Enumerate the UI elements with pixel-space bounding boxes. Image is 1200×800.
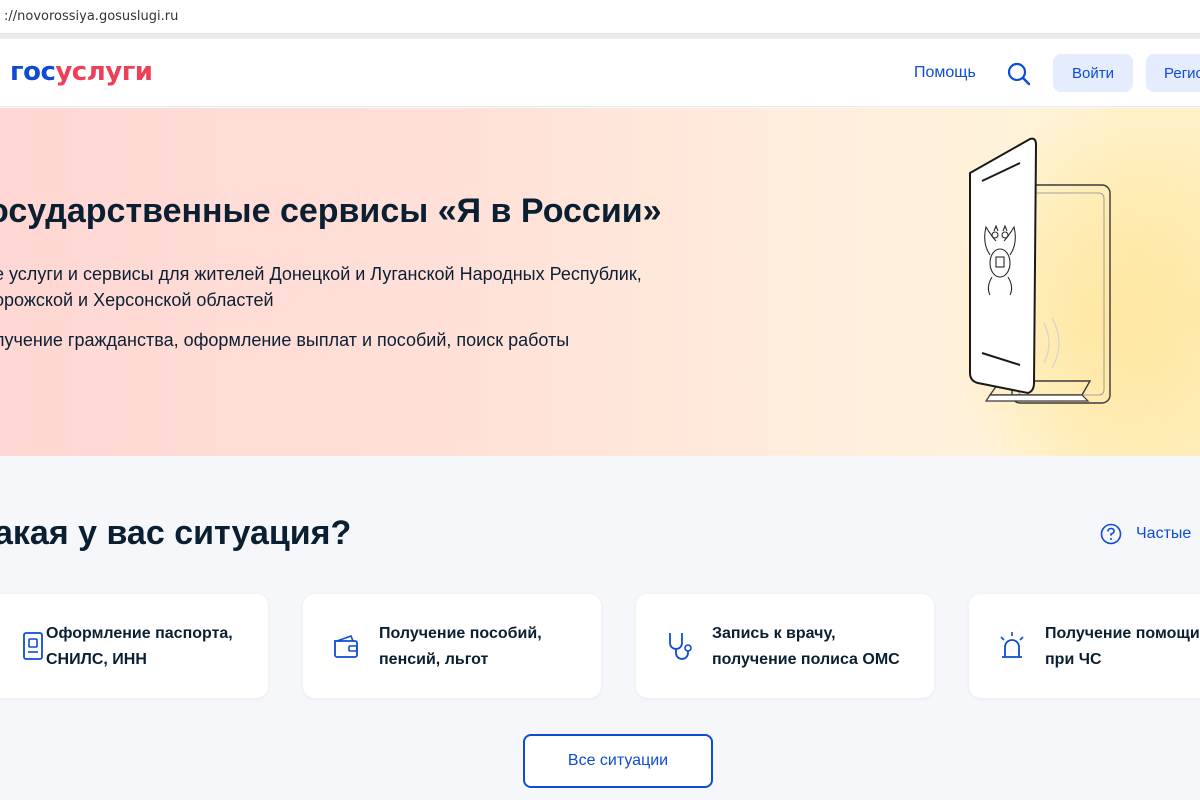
all-situations-button[interactable]: Все ситуации xyxy=(523,734,713,788)
hero-description-line2: орожской и Херсонской областей xyxy=(0,290,274,310)
register-button[interactable]: Регис xyxy=(1146,54,1200,92)
wallet-icon xyxy=(334,634,358,658)
situation-card-label: Получение помощи при ЧС xyxy=(1045,625,1200,668)
situation-card-label: Оформление паспорта, СНИЛС, ИНН xyxy=(46,625,233,668)
url-text: ://novorossiya.gosuslugi.ru xyxy=(4,9,179,24)
help-link[interactable]: Помощь xyxy=(914,64,976,82)
passport-icon xyxy=(23,632,43,660)
situation-card-label: Запись к врачу, получение полиса ОМС xyxy=(712,625,900,668)
situation-card-doctor[interactable]: Запись к врачу, получение полиса ОМС xyxy=(636,594,934,698)
address-bar[interactable]: ://novorossiya.gosuslugi.ru xyxy=(0,0,1200,34)
hero-title: осударственные сервисы «Я в России» xyxy=(0,192,662,230)
stethoscope-icon xyxy=(669,633,692,660)
gosuslugi-logo[interactable]: госуслуги xyxy=(10,57,153,87)
situation-card-label: Получение пособий, пенсий, льгот xyxy=(379,625,542,668)
faq-link[interactable]: Частые xyxy=(1100,523,1191,545)
hero-description-line1: е услуги и сервисы для жителей Донецкой … xyxy=(0,264,642,284)
passport-terminal-illustration xyxy=(969,137,1111,404)
situation-card-emergency[interactable]: Получение помощи при ЧС xyxy=(969,594,1200,698)
situation-card-passport[interactable]: Оформление паспорта, СНИЛС, ИНН xyxy=(0,594,268,698)
faq-label: Частые xyxy=(1136,525,1192,542)
question-circle-icon xyxy=(1100,523,1122,545)
hero-banner: осударственные сервисы «Я в России» е ус… xyxy=(0,108,1200,456)
alarm-icon xyxy=(1000,632,1024,658)
search-icon[interactable] xyxy=(1006,61,1032,87)
situations-title: акая у вас ситуация? xyxy=(0,514,352,552)
login-button[interactable]: Войти xyxy=(1053,54,1133,92)
hero-description-line3: лучение гражданства, оформление выплат и… xyxy=(0,330,570,350)
situation-card-benefits[interactable]: Получение пособий, пенсий, льгот xyxy=(303,594,601,698)
site-header: госуслуги Помощь Войти Регис xyxy=(0,39,1200,107)
